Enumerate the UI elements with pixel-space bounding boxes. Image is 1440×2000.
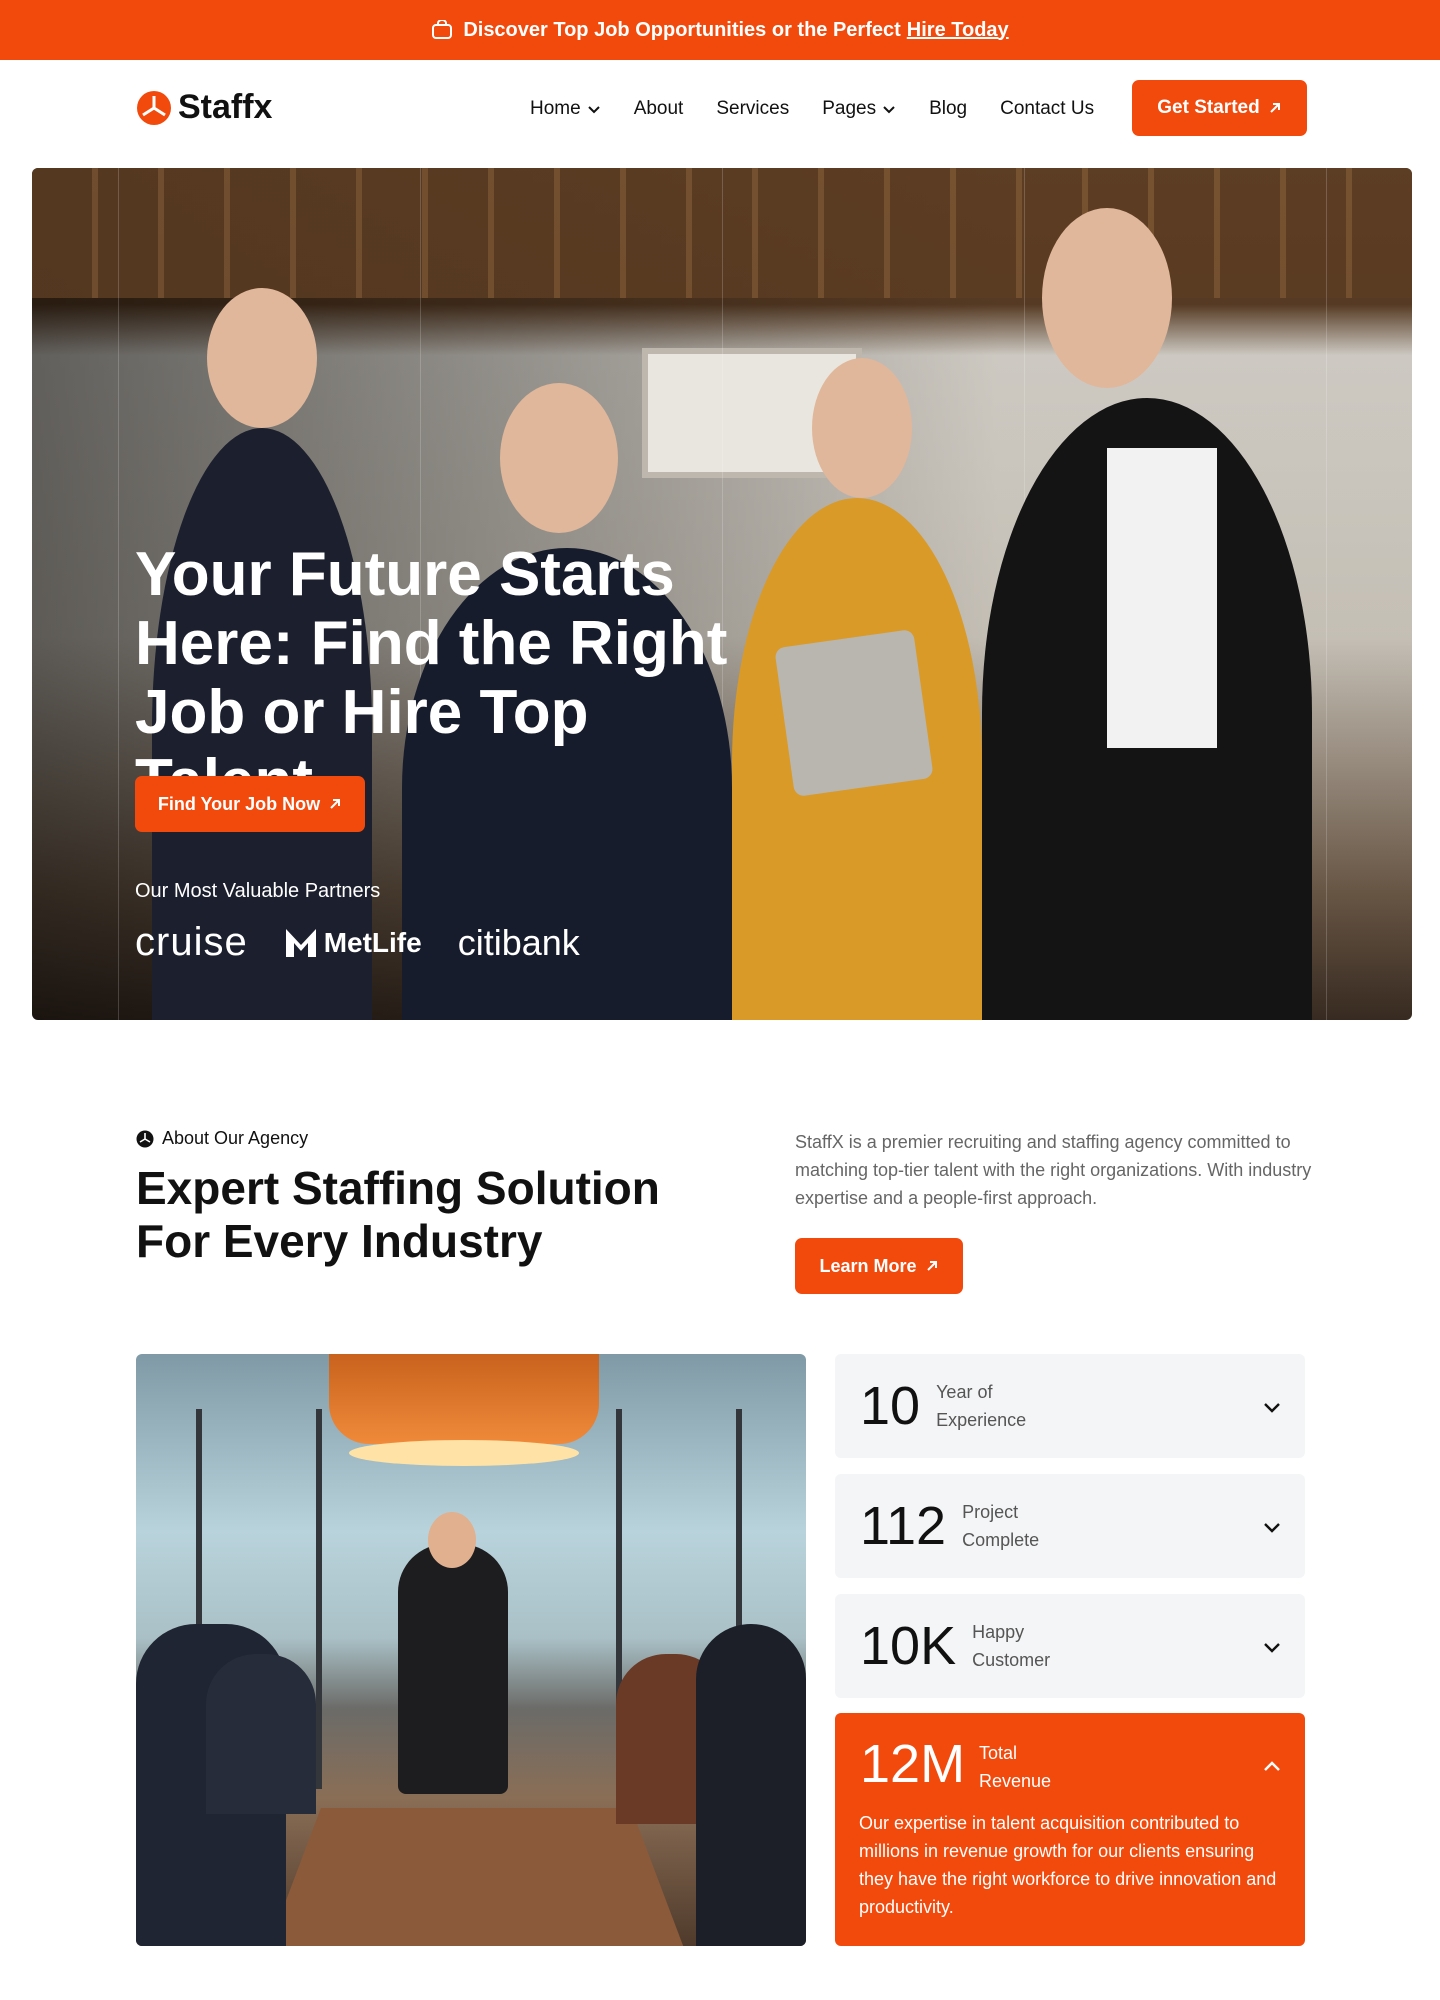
stat-label: Happy Customer [972, 1622, 1051, 1670]
button-label: Find Your Job Now [157, 793, 321, 814]
announcement-text: Discover Top Job Opportunities or the Pe… [463, 18, 901, 41]
stat-label: Total Revenue [979, 1743, 1052, 1791]
presenter [398, 1544, 508, 1794]
hero-section: Your Future Starts Here: Find the Right … [32, 168, 1412, 1020]
nav-label: Contact Us [1000, 98, 1095, 119]
announcement-bar: Discover Top Job Opportunities or the Pe… [0, 0, 1440, 60]
partner-logos: cruise MetLife citibank [135, 920, 580, 965]
hero-person-head [1042, 208, 1172, 388]
logo-icon [136, 1130, 154, 1147]
metlife-m-icon [285, 928, 316, 957]
about-title: Expert Staffing Solution For Every Indus… [136, 1162, 660, 1267]
button-label: Learn More [819, 1255, 917, 1276]
meeting-photo [136, 1354, 806, 1946]
partner-logo-metlife: MetLife [284, 927, 422, 959]
grid-line [118, 168, 119, 1020]
hero-person-head [207, 288, 317, 428]
nav-label: Services [716, 98, 790, 119]
button-label: Get Started [1157, 97, 1260, 118]
stat-card-projects[interactable]: 112 Project Complete [835, 1474, 1305, 1578]
hero-person-head [500, 383, 618, 533]
nav-pages[interactable]: Pages [822, 98, 896, 120]
stat-value: 10K [860, 1616, 957, 1676]
announcement-link[interactable]: Hire Today [907, 19, 1009, 42]
window-frame [316, 1409, 322, 1789]
lamp-glow [349, 1440, 579, 1466]
chevron-down-icon[interactable] [1261, 1636, 1283, 1658]
nav-label: About [633, 98, 684, 119]
main-nav: Home About Services Pages Blog Contact U… [530, 98, 1094, 120]
learn-more-button[interactable]: Learn More [795, 1238, 963, 1294]
arrow-up-right-icon [330, 799, 341, 809]
chevron-up-icon[interactable] [1261, 1755, 1283, 1777]
nav-label: Pages [822, 98, 877, 119]
hero-shirt [1107, 448, 1217, 748]
shopping-bag-icon [432, 20, 453, 39]
about-description: StaffX is a premier recruiting and staff… [795, 1132, 1312, 1208]
nav-services[interactable]: Services [716, 98, 789, 120]
logo[interactable]: Staffx [136, 88, 272, 127]
attendee [696, 1624, 806, 1946]
hero-title: Your Future Starts Here: Find the Right … [135, 540, 728, 816]
partner-name: MetLife [323, 926, 422, 958]
stat-value: 10 [860, 1376, 921, 1436]
grid-line [1326, 168, 1327, 1020]
logo-text: Staffx [178, 88, 273, 126]
partner-logo-citibank: citibank [457, 921, 580, 963]
presenter-head [428, 1512, 476, 1568]
nav-about[interactable]: About [634, 98, 684, 120]
stat-card-customers[interactable]: 10K Happy Customer [835, 1594, 1305, 1698]
hero-tablet [774, 628, 934, 798]
stat-card-revenue[interactable]: 12M Total Revenue Our expertise in talen… [835, 1713, 1305, 1946]
nav-label: Blog [929, 98, 968, 119]
site-header: Staffx Home About Services Pages Blog Co… [0, 60, 1440, 168]
nav-contact[interactable]: Contact Us [1000, 98, 1094, 120]
stat-description: Our expertise in talent acquisition cont… [859, 1813, 1277, 1917]
eyebrow-label: About Our Agency [162, 1128, 309, 1148]
stat-value: 112 [860, 1496, 947, 1556]
nav-label: Home [530, 98, 581, 119]
hero-person-head [812, 358, 912, 498]
stat-value: 12M [860, 1734, 966, 1794]
conference-table [261, 1808, 691, 1946]
chevron-down-icon[interactable] [1261, 1396, 1283, 1418]
nav-blog[interactable]: Blog [929, 98, 967, 120]
arrow-up-right-icon [1269, 103, 1280, 113]
chevron-down-icon [883, 106, 895, 114]
logo-icon [137, 90, 171, 125]
find-job-button[interactable]: Find Your Job Now [135, 776, 365, 832]
stat-label: Year of Experience [936, 1382, 1027, 1430]
stat-card-experience[interactable]: 10 Year of Experience [835, 1354, 1305, 1458]
chevron-down-icon [587, 106, 600, 114]
get-started-button[interactable]: Get Started [1132, 80, 1307, 136]
about-eyebrow: About Our Agency [136, 1128, 308, 1149]
arrow-up-right-icon [926, 1261, 937, 1271]
chevron-down-icon[interactable] [1261, 1516, 1283, 1538]
attendee [206, 1654, 316, 1814]
partners-label: Our Most Valuable Partners [135, 880, 381, 902]
partner-logo-cruise: cruise [135, 920, 248, 964]
nav-home[interactable]: Home [530, 98, 601, 120]
pendant-lamp [329, 1354, 599, 1444]
stat-label: Project Complete [962, 1502, 1040, 1550]
